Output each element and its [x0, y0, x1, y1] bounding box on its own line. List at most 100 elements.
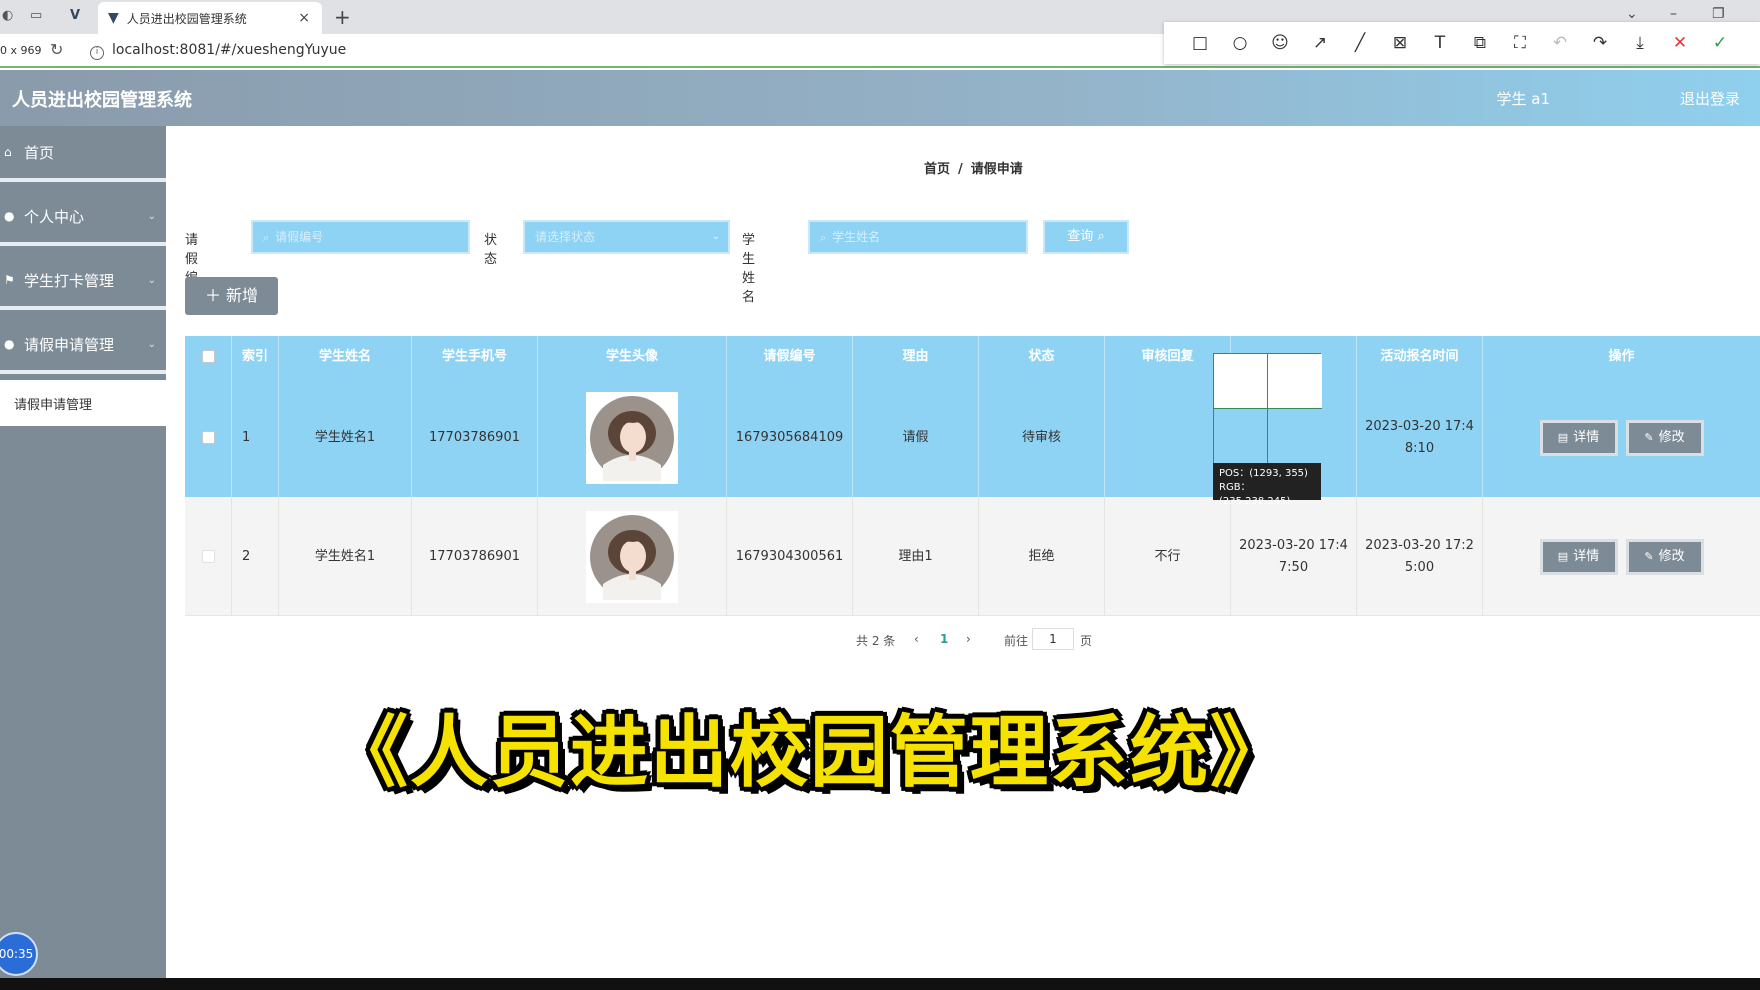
ellipse-icon[interactable]: ○	[1220, 33, 1260, 53]
student-name-placeholder: 学生姓名	[832, 230, 881, 244]
edit-button[interactable]: ✎ 修改	[1625, 419, 1704, 456]
url-field[interactable]: i localhost:8081/#/xueshengYuyue	[90, 42, 346, 60]
tab-search-icon[interactable]: ⌄	[1626, 6, 1638, 22]
bottom-bar	[0, 978, 1760, 990]
reload-icon[interactable]: ↻	[50, 40, 63, 59]
sidebar-item-label: 个人中心	[24, 207, 85, 226]
info-icon[interactable]: i	[90, 46, 104, 60]
avatar-illustration	[590, 395, 674, 481]
chevron-down-icon: ⌄	[711, 231, 720, 242]
detail-button[interactable]: ▤ 详情	[1539, 419, 1618, 456]
signup-time-line1: 2023-03-20 17:4	[1365, 418, 1474, 434]
col-avatar: 学生头像	[538, 336, 727, 378]
video-caption: 《人员进出校园管理系统》	[330, 708, 1291, 798]
student-avatar[interactable]	[586, 391, 678, 484]
cell-leave-no: 1679304300561	[727, 497, 853, 616]
sidebar-subitem-leave-management[interactable]: 请假申请管理	[0, 380, 166, 426]
undo-icon[interactable]: ↶	[1540, 33, 1580, 53]
emoji-icon[interactable]: ☺	[1260, 33, 1300, 53]
cell-leave-no: 1679305684109	[727, 378, 853, 497]
detail-button[interactable]: ▤ 详情	[1539, 538, 1618, 575]
sidebar-item-home[interactable]: ⌂ 首页	[0, 126, 166, 182]
page-number[interactable]: 1	[940, 632, 948, 646]
confirm-icon[interactable]: ✓	[1700, 33, 1740, 53]
edit-icon: ✎	[1644, 430, 1654, 444]
sidebar-item-checkin[interactable]: ⚑ 学生打卡管理 ⌄	[0, 254, 166, 310]
edit-icon: ✎	[1644, 549, 1654, 563]
magnifier-cell	[1214, 354, 1268, 409]
document-icon: ▤	[1557, 430, 1569, 444]
breadcrumb-home[interactable]: 首页	[924, 162, 950, 177]
col-student-name: 学生姓名	[279, 336, 412, 378]
minimize-icon[interactable]: –	[1670, 6, 1677, 22]
sidebar-item-leave[interactable]: ● 请假申请管理 ⌄	[0, 318, 166, 374]
vue-tab-icon[interactable]: V	[70, 8, 86, 24]
add-button[interactable]: ＋ 新增	[185, 277, 278, 315]
search-icon: ⌕	[1097, 229, 1105, 244]
student-avatar[interactable]	[586, 510, 678, 603]
share-icon[interactable]: ↷	[1580, 33, 1620, 53]
sidebar-item-profile[interactable]: ● 个人中心 ⌄	[0, 190, 166, 246]
sidebar-item-label: 学生打卡管理	[24, 271, 115, 290]
sidebar: ⌂ 首页 ● 个人中心 ⌄ ⚑ 学生打卡管理 ⌄ ● 请假申请管理 ⌄ 请假申请…	[0, 126, 166, 990]
next-page-icon[interactable]: ›	[966, 632, 971, 646]
new-tab-button[interactable]: +	[334, 5, 351, 29]
app-title: 人员进出校园管理系统	[12, 90, 192, 111]
tab-strip-icon[interactable]: ▭	[30, 8, 46, 24]
magnifier-cell	[1268, 354, 1322, 409]
student-name-label: 学生姓名	[742, 233, 756, 305]
edit-button[interactable]: ✎ 修改	[1625, 538, 1704, 575]
chevron-down-icon: ⌄	[147, 274, 156, 286]
leave-no-input[interactable]: ⌕ 请假编号	[251, 220, 470, 254]
pixel-magnifier: POS：(1293, 355) RGB：(235,238,245)	[1213, 353, 1322, 507]
cell-student-name: 学生姓名1	[279, 378, 412, 497]
cancel-icon[interactable]: ✕	[1660, 33, 1700, 53]
line-icon[interactable]: ╱	[1340, 33, 1380, 53]
row-select-cell	[185, 378, 232, 497]
signup-time-line2: 8:10	[1404, 440, 1435, 456]
prev-page-icon[interactable]: ‹	[914, 632, 919, 646]
tab-active[interactable]: ▼ 人员进出校园管理系统 ×	[98, 2, 322, 34]
cell-status: 拒绝	[979, 497, 1105, 616]
cell-phone: 17703786901	[412, 497, 538, 616]
text-icon[interactable]: T	[1420, 33, 1460, 53]
cell-avatar	[538, 497, 727, 616]
sidebar-item-label: 首页	[24, 143, 55, 162]
download-icon[interactable]: ⤓	[1620, 33, 1660, 53]
row-select-cell	[185, 497, 232, 616]
pagination-total: 共 2 条	[856, 634, 896, 648]
student-name-input[interactable]: ⌕ 学生姓名	[808, 220, 1028, 254]
arrow-icon[interactable]: ↗	[1300, 33, 1340, 53]
current-user: 学生 a1	[1496, 90, 1550, 108]
row-checkbox[interactable]	[201, 431, 215, 444]
query-button[interactable]: 查询 ⌕	[1043, 220, 1129, 254]
browser-icon[interactable]: ◐	[2, 8, 18, 24]
user-icon: ●	[4, 209, 15, 223]
table-header: 索引 学生姓名 学生手机号 学生头像 请假编号 理由 状态 审核回复 申请时间 …	[185, 336, 1760, 378]
breadcrumb-separator: /	[958, 162, 963, 177]
cell-reason: 理由1	[853, 497, 979, 616]
vue-logo-icon: ▼	[108, 10, 119, 26]
goto-input[interactable]: 1	[1032, 628, 1074, 650]
tab-close-icon[interactable]: ×	[298, 10, 310, 26]
edit-label: 修改	[1658, 429, 1685, 445]
col-status: 状态	[979, 336, 1105, 378]
row-checkbox[interactable]	[201, 550, 215, 563]
rectangle-icon[interactable]: □	[1180, 33, 1220, 53]
cell-student-name: 学生姓名1	[279, 497, 412, 616]
document-icon: ▤	[1557, 549, 1569, 563]
magnifier-pos: POS：(1293, 355)	[1219, 468, 1308, 479]
tab-title: 人员进出校园管理系统	[126, 11, 247, 26]
breadcrumb: 首页 / 请假申请	[924, 158, 1023, 177]
leave-no-placeholder: 请假编号	[275, 230, 324, 244]
select-all-checkbox[interactable]	[201, 350, 215, 363]
search-icon: ⌕	[820, 231, 827, 244]
status-select[interactable]: 请选择状态 ⌄	[523, 220, 730, 254]
col-phone: 学生手机号	[412, 336, 538, 378]
app-header: 人员进出校园管理系统 学生 a1 退出登录	[0, 70, 1760, 126]
fullscreen-icon[interactable]: ⛶	[1500, 33, 1540, 53]
copy-icon[interactable]: ⧉	[1460, 33, 1500, 53]
mosaic-icon[interactable]: ⊠	[1380, 33, 1420, 53]
restore-icon[interactable]: ❐	[1712, 6, 1725, 22]
logout-link[interactable]: 退出登录	[1680, 88, 1740, 109]
